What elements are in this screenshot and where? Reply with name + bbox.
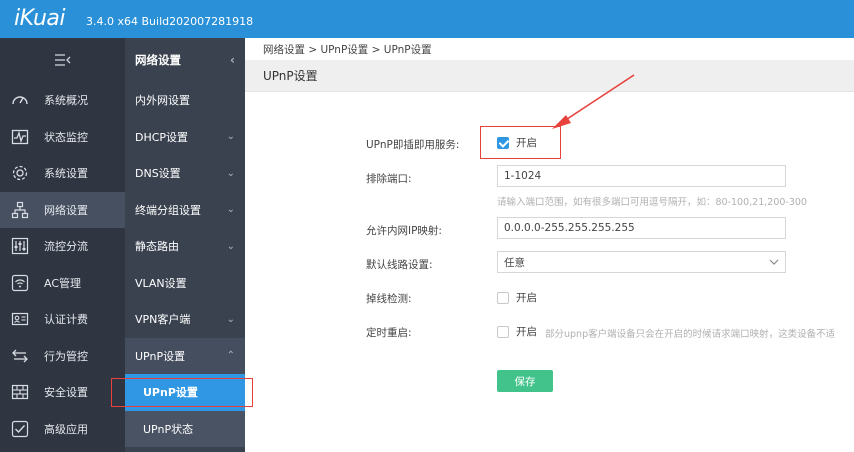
annotation-arrow <box>552 74 635 129</box>
